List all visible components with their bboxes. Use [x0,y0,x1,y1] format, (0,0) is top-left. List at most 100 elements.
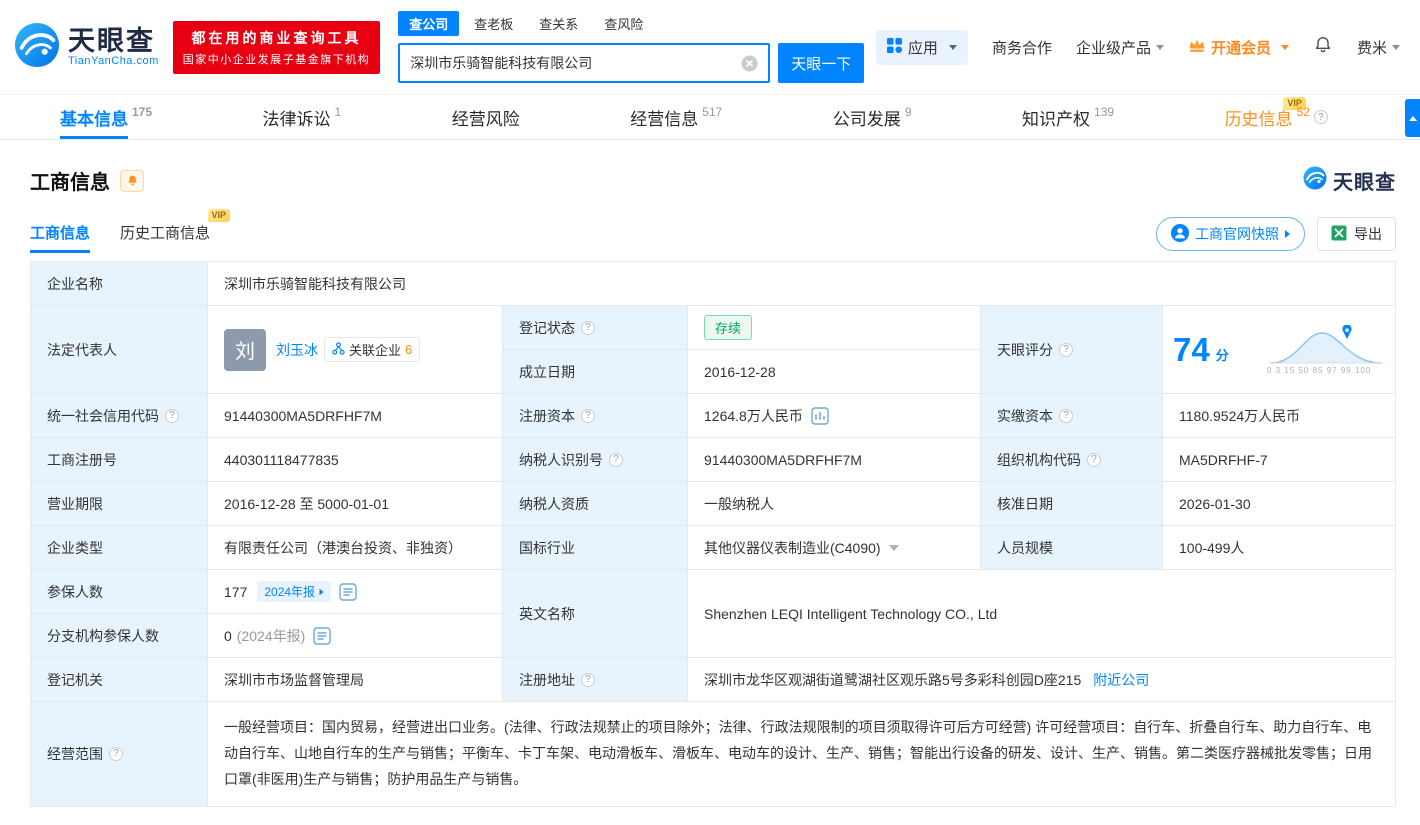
tag-text: 2024年报 [264,585,316,599]
nav-enterprise-label: 企业级产品 [1075,39,1151,57]
nav-user-menu[interactable]: 费米 [1357,37,1400,58]
search-input[interactable] [410,55,742,71]
crown-icon [1188,38,1206,57]
label-text: 实缴资本 [997,407,1053,424]
tianyancha-logo-icon [14,22,60,73]
monitor-bell-icon[interactable] [120,169,144,192]
annual-report-icon[interactable] [313,626,331,645]
annual-report-icon[interactable] [339,582,357,601]
tab-label: 基本信息 [60,109,128,129]
label-text: 注册资本 [519,407,575,424]
help-icon[interactable]: ? [1059,408,1073,423]
field-value-company-name: 深圳市乐骑智能科技有限公司 [208,262,1396,306]
export-label: 导出 [1354,226,1382,242]
tab-intellectual-property[interactable]: 知识产权 139 [1022,95,1114,139]
annual-report-note: (2024年报) [236,627,306,644]
tab-count: 175 [132,105,153,119]
field-value-business-scope: 一般经营项目：国内贸易，经营进出口业务。(法律、行政法规禁止的项目除外；法律、行… [208,702,1396,807]
help-icon[interactable]: ? [609,452,623,467]
label-text: 注册地址 [519,671,575,688]
scroll-top-widget[interactable] [1405,99,1420,137]
tab-label: 法律诉讼 [262,109,331,129]
tab-history-info[interactable]: VIP 历史信息 52 ? [1225,95,1328,139]
nearby-companies-link[interactable]: 附近公司 [1093,670,1149,690]
label-text: 经营范围 [47,745,103,762]
field-value-company-type: 有限责任公司（港澳台投资、非独资） [208,526,503,570]
vip-badge: VIP [207,208,231,222]
tab-label: 知识产权 [1022,109,1091,129]
tianyancha-company-page: 天眼查 TianYanCha.com 都在用的商业查询工具 国家中小企业发展子基… [0,0,1420,825]
field-label-company-type: 企业类型 [31,526,208,570]
search-tab-company[interactable]: 查公司 [398,11,460,36]
subtabs-row: 工商信息 VIP 历史工商信息 工商官网快照 导出 [30,208,1396,257]
tab-label: 历史信息 [1224,109,1293,129]
score-distribution-chart: 0 3 15 50 85 97 99 100 [1267,324,1385,375]
official-snapshot-button[interactable]: 工商官网快照 [1156,217,1305,251]
help-icon[interactable]: ? [581,408,595,423]
search-area: 查公司 查老板 查关系 查风险 天眼一下 [398,11,865,83]
tab-operation-risk[interactable]: 经营风险 [452,95,520,139]
field-value-reg-capital: 1264.8万人民币 [688,394,981,438]
tab-operation-info[interactable]: 经营信息 517 [630,95,722,139]
company-tab-bar: 基本信息 175 法律诉讼 1 经营风险 经营信息 517 公司发展 9 知识产… [0,94,1420,140]
tab-company-development[interactable]: 公司发展 9 [833,95,912,139]
tab-legal-litigation[interactable]: 法律诉讼 1 [263,95,342,139]
chevron-down-icon [1155,44,1164,50]
search-tab-boss[interactable]: 查老板 [463,11,524,36]
field-label-credit-code: 统一社会信用代码 ? [31,394,208,438]
search-row: 天眼一下 [398,43,865,83]
chevron-down-icon [948,44,957,50]
field-value-insured-count: 177 2024年报 [208,570,503,614]
clear-search-icon[interactable] [741,55,758,72]
brand-name: 天眼查 [68,25,155,56]
field-label-reg-number: 工商注册号 [31,438,208,482]
nav-enterprise-products[interactable]: 企业级产品 [1076,37,1164,58]
field-value-english-name: Shenzhen LEQI Intelligent Technology CO.… [688,570,1396,658]
promo-line2: 国家中小企业发展子基金旗下机构 [182,53,371,66]
logo-text: 天眼查 TianYanCha.com [68,25,159,67]
tab-count: 517 [702,105,723,119]
search-button[interactable]: 天眼一下 [778,43,865,83]
annual-report-tag[interactable]: 2024年报 [257,581,332,602]
search-box[interactable] [398,43,771,83]
nav-open-vip[interactable]: 开通会员 [1188,37,1289,58]
help-icon[interactable]: ? [109,746,123,761]
legal-rep-name-link[interactable]: 刘玉冰 [276,340,318,360]
export-button[interactable]: 导出 [1317,217,1396,251]
field-value-score[interactable]: 74 分 0 3 15 50 85 97 99 100 [1163,306,1396,394]
field-label-legal-rep: 法定代表人 [31,306,208,394]
help-icon[interactable]: ? [1059,342,1073,357]
nav-business-cooperation[interactable]: 商务合作 [992,37,1052,58]
score-unit: 分 [1215,348,1229,363]
notification-bell-icon[interactable] [1313,35,1333,59]
field-label-paid-capital: 实缴资本 ? [981,394,1163,438]
field-value-business-term: 2016-12-28 至 5000-01-01 [208,482,503,526]
field-value-branch-insured: 0 (2024年报) [208,614,503,658]
table-actions: 工商官网快照 导出 [1156,217,1396,257]
search-tab-relation[interactable]: 查关系 [528,11,589,36]
field-label-insured-count: 参保人数 [31,570,208,614]
help-icon[interactable]: ? [581,672,595,687]
capital-change-icon[interactable] [811,406,829,425]
tab-basic-info[interactable]: 基本信息 175 [60,95,152,139]
help-icon[interactable]: ? [165,408,179,423]
help-icon[interactable]: ? [1087,452,1101,467]
search-tab-risk[interactable]: 查风险 [593,11,654,36]
tianyancha-watermark: 天眼查 [1303,166,1396,195]
chevron-down-icon[interactable] [888,544,899,551]
subtab-business-info[interactable]: 工商信息 [30,222,91,253]
subtab-history-business-info[interactable]: VIP 历史工商信息 [120,208,231,253]
snapshot-person-icon [1171,223,1189,245]
watermark-text: 天眼查 [1333,172,1396,194]
field-label-company-name: 企业名称 [31,262,208,306]
field-label-establish-date: 成立日期 [503,350,688,394]
tab-label: 经营信息 [630,109,699,129]
help-icon[interactable]: ? [581,320,595,335]
field-value-taxpayer-quality: 一般纳税人 [688,482,981,526]
nav-apps[interactable]: 应用 [875,29,968,65]
value-text: 1264.8万人民币 [704,407,803,424]
help-icon[interactable]: ? [1313,110,1328,124]
tianyancha-logo[interactable]: 天眼查 TianYanCha.com [14,22,159,73]
legal-rep-avatar[interactable]: 刘 [224,328,266,371]
related-companies-tag[interactable]: 关联企业 6 [324,337,421,362]
